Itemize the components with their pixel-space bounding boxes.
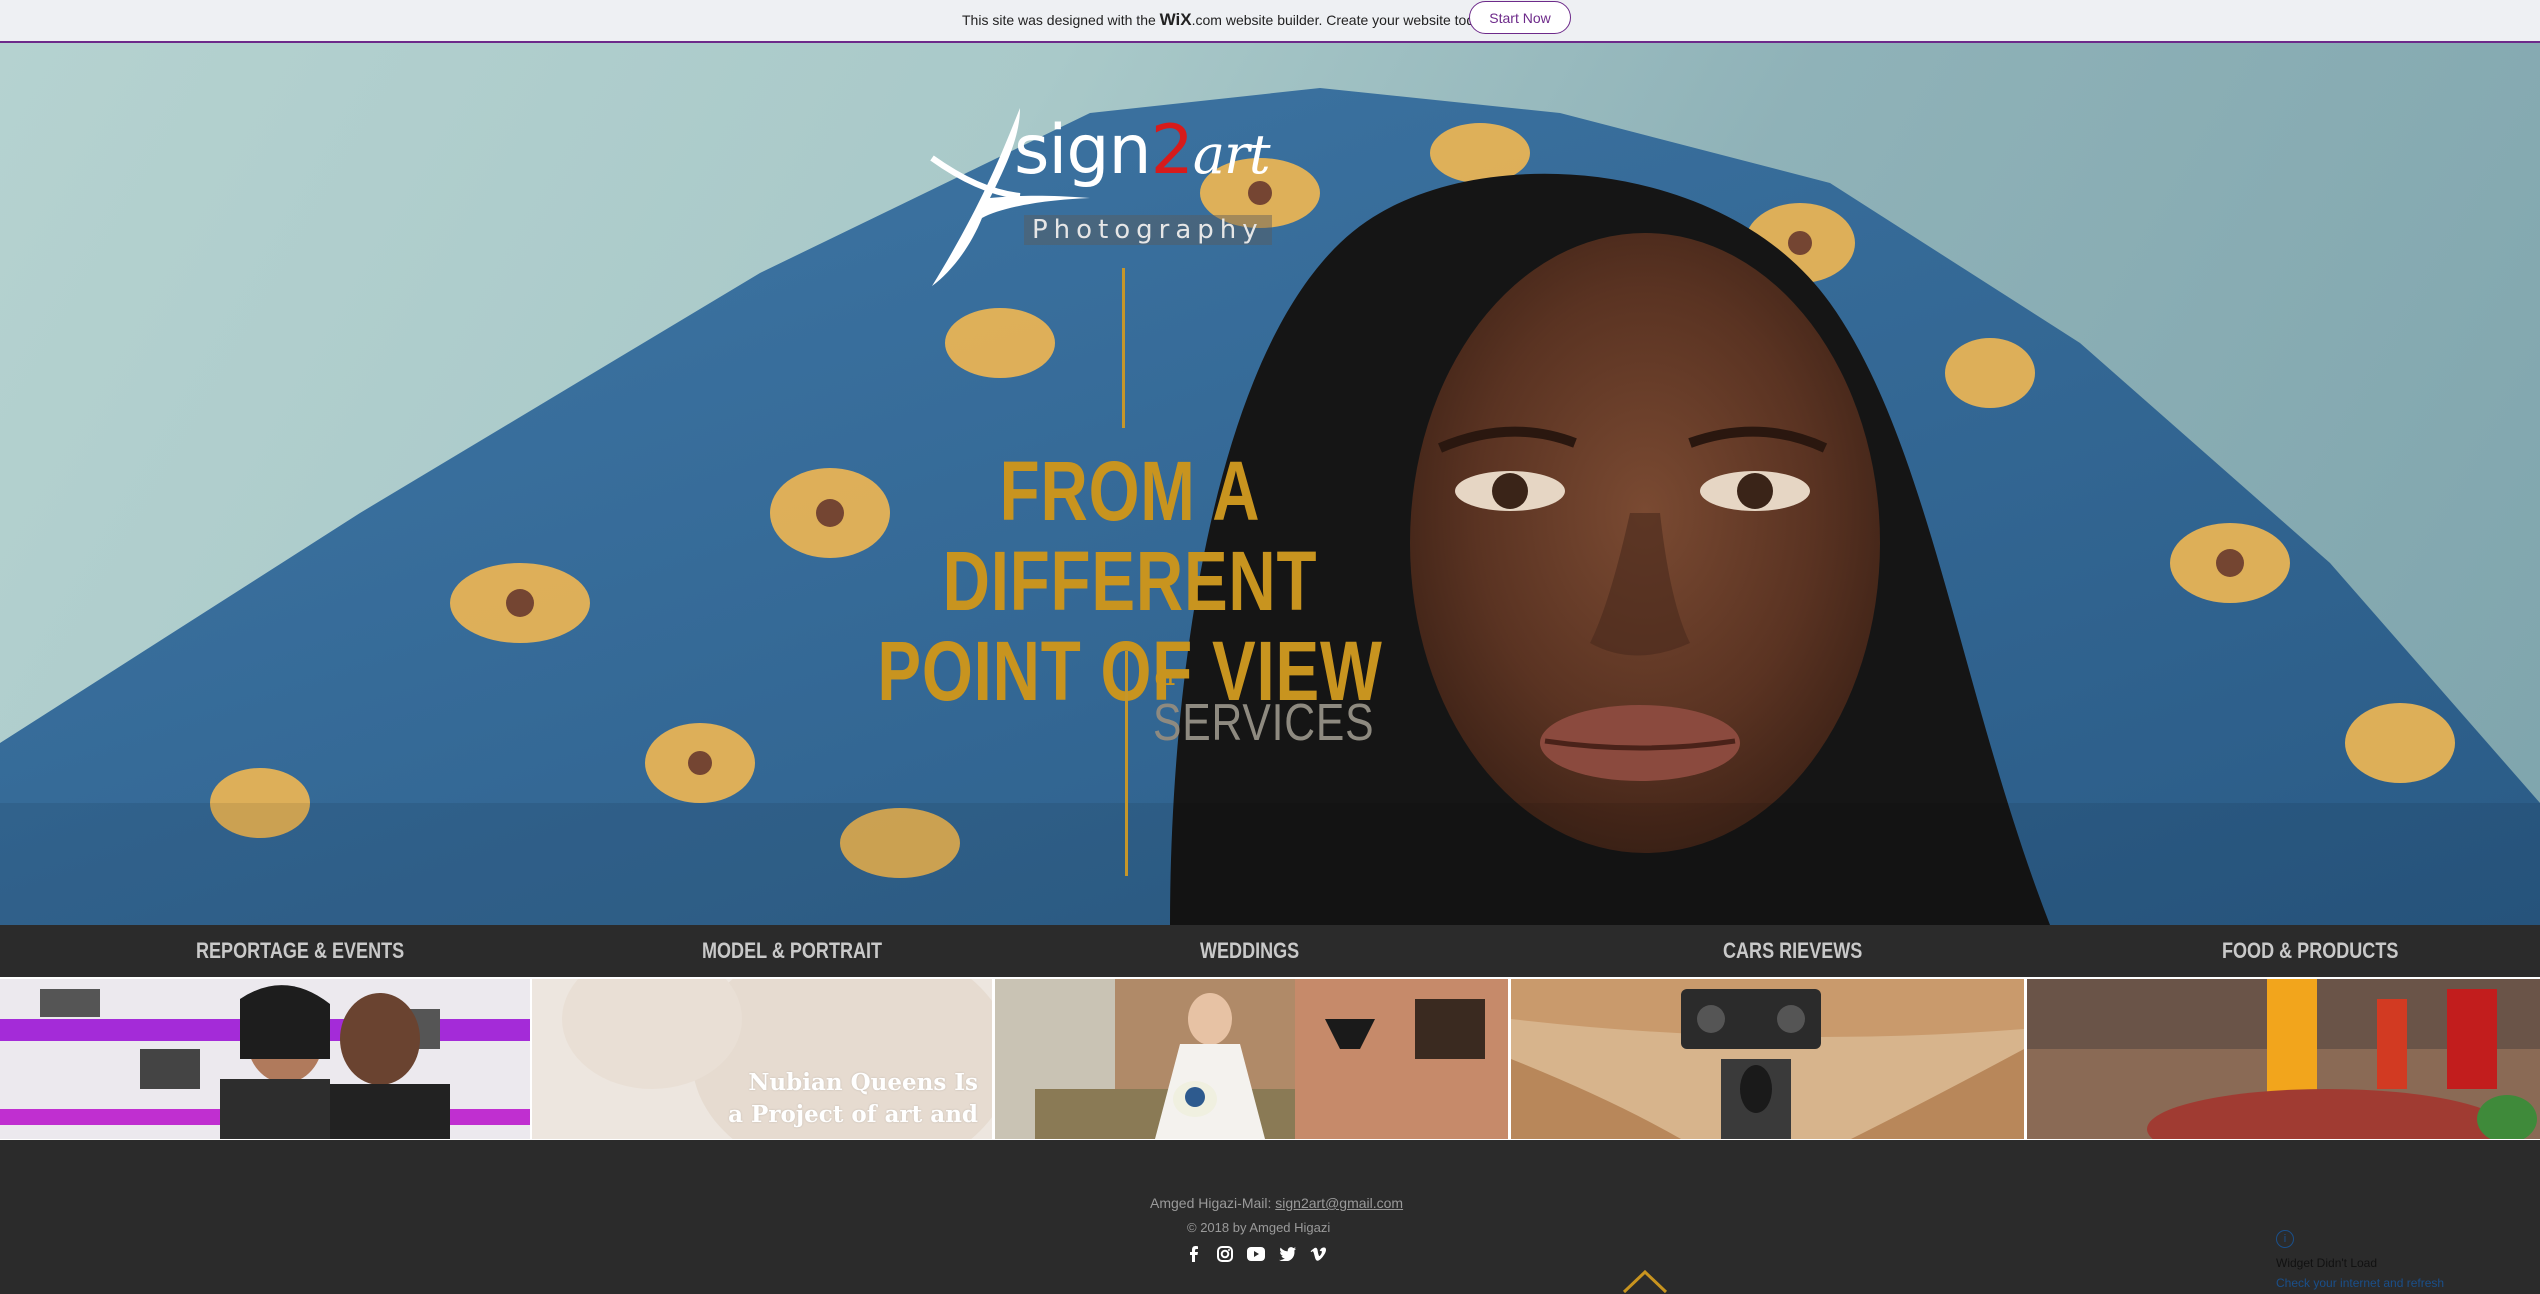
widget-error-title: Widget Didn't Load <box>2276 1256 2378 1270</box>
wix-logo-word: WiX <box>1159 10 1192 29</box>
widget-error: i Widget Didn't Load Check your internet… <box>2268 1230 2468 1294</box>
category-model-portrait[interactable]: MODEL & PORTRAIT <box>702 925 882 977</box>
headline-line-1: FROM A DIFFERENT <box>942 444 1318 628</box>
thumb-model-portrait[interactable]: Nubian Queens Is a Project of art and <box>532 979 992 1139</box>
youtube-icon[interactable] <box>1246 1244 1266 1264</box>
footer-mail-link[interactable]: sign2art@gmail.com <box>1275 1195 1403 1211</box>
services-number: 01 <box>1155 669 1176 689</box>
category-cars-reviews[interactable]: CARS RIEVEWS <box>1723 925 1862 977</box>
logo-word-sign: sign <box>1014 111 1152 190</box>
logo-subtitle: Photography <box>1024 215 1272 245</box>
logo-word-two: 2 <box>1150 111 1194 190</box>
category-nav: REPORTAGE & EVENTS MODEL & PORTRAIT WEDD… <box>0 925 2540 977</box>
wix-text-after: .com website builder. Create your websit… <box>1191 12 1492 28</box>
instagram-icon[interactable] <box>1215 1244 1235 1264</box>
wix-promo-banner: This site was designed with the WiX.com … <box>0 0 2540 43</box>
services-link[interactable]: SERVICES <box>1153 693 1374 753</box>
facebook-icon[interactable] <box>1184 1244 1204 1264</box>
category-thumbnails: Nubian Queens Is a Project of art and <box>0 977 2540 1140</box>
info-icon: i <box>2276 1230 2294 1248</box>
category-food-products[interactable]: FOOD & PRODUCTS <box>2222 925 2398 977</box>
thumb-reportage-events[interactable] <box>0 979 530 1139</box>
footer: Amged Higazi-Mail: sign2art@gmail.com © … <box>0 1140 2540 1294</box>
vimeo-icon[interactable] <box>1308 1244 1328 1264</box>
wix-text-before: This site was designed with the <box>962 12 1160 28</box>
footer-mail-prefix: Amged Higazi-Mail: <box>1150 1195 1276 1211</box>
hero-headline: FROM A DIFFERENT POINT OF VIEW <box>873 446 1388 716</box>
category-weddings[interactable]: WEDDINGS <box>1200 925 1299 977</box>
logo-wordmark: sign2art <box>1014 111 1271 190</box>
category-reportage-events[interactable]: REPORTAGE & EVENTS <box>196 925 404 977</box>
gold-divider-bottom <box>1125 651 1128 876</box>
thumb-cars-reviews[interactable] <box>1511 979 2024 1139</box>
portrait-caption: Nubian Queens Is a Project of art and <box>728 1069 978 1128</box>
start-now-button[interactable]: Start Now <box>1469 1 1571 34</box>
footer-copyright: © 2018 by Amged Higazi <box>1187 1220 1331 1235</box>
hero-section: sign2art Photography FROM A DIFFERENT PO… <box>0 43 2540 925</box>
back-to-top-arrow-icon[interactable] <box>1620 1268 1670 1294</box>
footer-mail: Amged Higazi-Mail: sign2art@gmail.com <box>1150 1195 1403 1211</box>
twitter-icon[interactable] <box>1277 1244 1297 1264</box>
wix-promo-text: This site was designed with the WiX.com … <box>962 10 1492 30</box>
thumb-food-products[interactable] <box>2027 979 2540 1139</box>
widget-error-subtitle: Check your internet and refresh <box>2276 1276 2445 1290</box>
gold-divider-top <box>1122 268 1125 428</box>
thumb-weddings[interactable] <box>995 979 1508 1139</box>
logo-word-art: art <box>1192 123 1271 186</box>
